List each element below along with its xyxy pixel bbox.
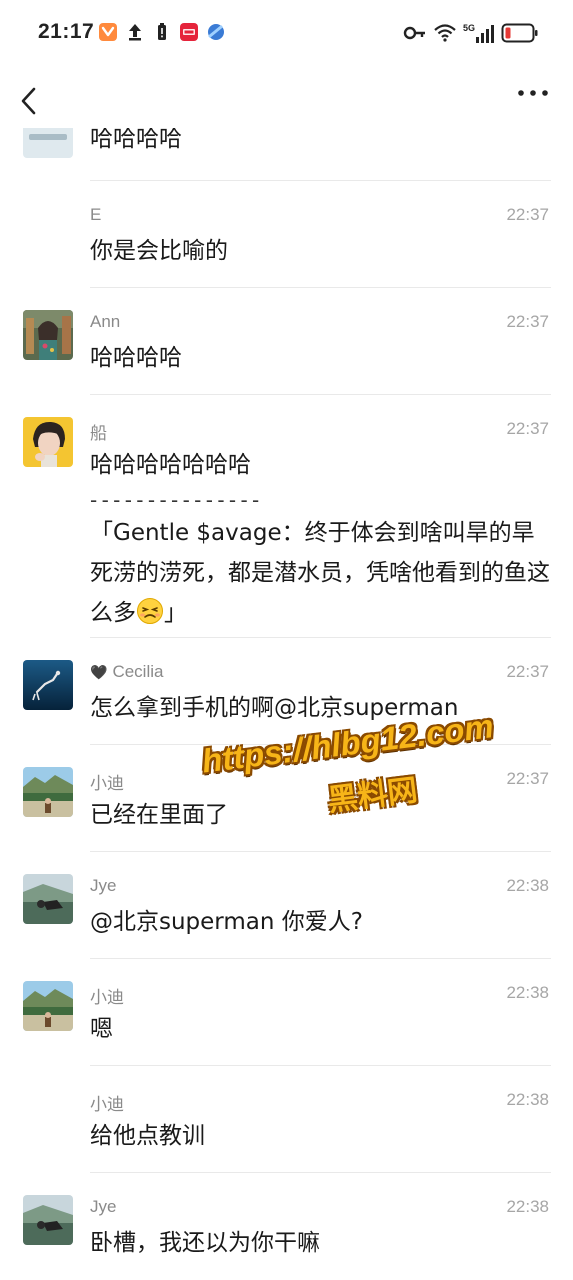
avatar[interactable]	[23, 660, 73, 710]
message-time: 22:37	[506, 205, 549, 224]
signal-5g-icon: 5G	[463, 23, 494, 43]
message-item[interactable]: 小迪 22:38 嗯	[0, 959, 573, 1066]
annoyed-face-emoji-icon	[137, 598, 163, 624]
message-time: 22:38	[506, 1090, 549, 1109]
message-text: 怎么拿到手机的啊@北京superman	[90, 695, 459, 721]
avatar-jye-image	[23, 874, 73, 924]
avatar-jye-image	[23, 1195, 73, 1245]
avatar[interactable]	[23, 874, 73, 924]
message-item[interactable]: 小迪 22:38 给他点教训	[0, 1066, 573, 1173]
message-time: 22:37	[506, 312, 549, 331]
message-item[interactable]: 哈哈哈哈	[0, 128, 573, 181]
message-text: 哈哈哈哈	[90, 128, 182, 152]
heart-icon: 🖤	[90, 664, 108, 680]
message-item[interactable]: 船 22:37 哈哈哈哈哈哈哈 - - - - - - - - - - - - …	[0, 395, 573, 638]
sender-name[interactable]: Jye	[90, 876, 116, 896]
message-time: 22:38	[506, 876, 549, 895]
sender-name[interactable]: 🖤 Cecilia	[90, 662, 163, 682]
sender-name[interactable]: Ann	[90, 312, 120, 332]
message-item[interactable]: E 22:37 你是会比喻的	[0, 181, 573, 288]
sender-name-text: Cecilia	[112, 662, 164, 681]
avatar[interactable]	[23, 981, 73, 1031]
sender-name[interactable]: Jye	[90, 1197, 116, 1217]
sender-name[interactable]: 小迪	[90, 769, 124, 794]
message-list[interactable]: 哈哈哈哈 E 22:37 你是会比喻的 Ann 22:37 哈哈哈哈 船 22:…	[0, 128, 573, 1280]
avatar-xiaodi-image	[23, 767, 73, 817]
message-time: 22:38	[506, 983, 549, 1002]
back-button[interactable]	[14, 76, 44, 116]
avatar[interactable]	[23, 767, 73, 817]
sender-name[interactable]: 船	[90, 419, 107, 444]
shield-app-icon	[99, 23, 117, 41]
status-icons-right: 5G	[403, 22, 539, 44]
message-text: 卧槽，我还以为你干嘛	[90, 1230, 320, 1256]
quoted-message-end: 」	[164, 600, 187, 626]
nav-bar	[0, 68, 573, 128]
status-icons-left	[98, 22, 226, 42]
message-text: 嗯	[90, 1016, 113, 1042]
message-time: 22:37	[506, 662, 549, 681]
avatar[interactable]	[23, 128, 73, 158]
message-item[interactable]: Ann 22:37 哈哈哈哈	[0, 288, 573, 395]
avatar[interactable]	[23, 417, 73, 467]
message-item[interactable]: 小迪 22:37 已经在里面了	[0, 745, 573, 852]
key-icon	[403, 26, 425, 40]
message-text: @北京superman 你爱人?	[90, 909, 363, 935]
chevron-left-icon	[21, 87, 36, 115]
quoted-message: 「Gentle $avage：终于体会到啥叫旱的旱死涝的涝死，都是潜水员，凭啥他…	[90, 513, 552, 633]
message-text: 哈哈哈哈	[90, 345, 182, 371]
network-label: 5G	[463, 23, 475, 33]
battery-low-icon	[501, 23, 538, 43]
message-item[interactable]: Jye 22:38 @北京superman 你爱人?	[0, 852, 573, 959]
wifi-icon	[434, 24, 456, 42]
message-text: 已经在里面了	[90, 802, 228, 828]
message-item[interactable]: 🖤 Cecilia 22:37 怎么拿到手机的啊@北京superman	[0, 638, 573, 745]
avatar-xiaodi-image	[23, 981, 73, 1031]
avatar-chuan-image	[23, 417, 73, 467]
message-text: 哈哈哈哈哈哈哈	[90, 452, 251, 478]
avatar[interactable]	[23, 310, 73, 360]
battery-saver-icon	[158, 23, 166, 40]
message-time: 22:37	[506, 769, 549, 788]
message-time: 22:38	[506, 1197, 549, 1216]
avatar[interactable]	[23, 1195, 73, 1245]
sender-name[interactable]: 小迪	[90, 1090, 124, 1115]
quote-separator: - - - - - - - - - - - - - - -	[90, 488, 259, 512]
browser-app-icon	[208, 24, 224, 40]
avatar-cecilia-image	[23, 660, 73, 710]
news-app-icon	[180, 23, 198, 41]
message-item[interactable]: Jye 22:38 卧槽，我还以为你干嘛	[0, 1173, 573, 1280]
more-options-button[interactable]	[513, 80, 553, 110]
message-text: 你是会比喻的	[90, 238, 228, 264]
status-time: 21:17	[38, 20, 95, 43]
avatar-partial-image	[23, 128, 73, 158]
more-dots-icon	[518, 90, 548, 96]
status-bar: 21:17 5G	[0, 0, 573, 68]
message-text: 给他点教训	[90, 1123, 205, 1149]
sender-name[interactable]: 小迪	[90, 983, 124, 1008]
message-time: 22:37	[506, 419, 549, 438]
avatar-ann-image	[23, 310, 73, 360]
upload-icon	[129, 24, 141, 41]
sender-name[interactable]: E	[90, 205, 101, 225]
